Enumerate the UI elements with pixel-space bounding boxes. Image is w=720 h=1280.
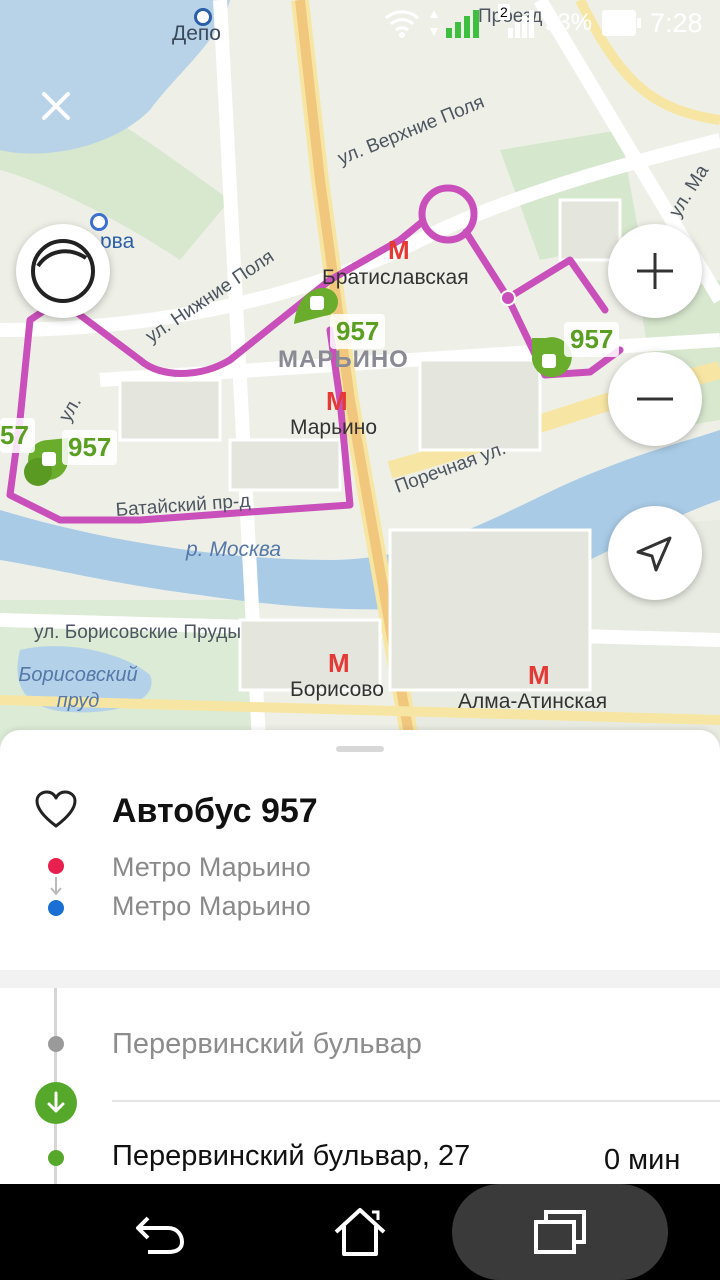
sheet-drag-handle[interactable] xyxy=(336,746,384,752)
arrow-down-circle-icon xyxy=(35,1082,77,1124)
end-point-icon xyxy=(48,900,64,916)
my-location-button[interactable] xyxy=(608,506,702,600)
current-stop-dot-icon xyxy=(48,1150,64,1166)
metro-icon: M xyxy=(326,386,348,416)
district-label: МАРЬИНО xyxy=(278,346,409,373)
signal-sim1-icon xyxy=(430,10,479,38)
alma-atinskaya-label: Алма-Атинская xyxy=(458,690,608,713)
minus-icon xyxy=(637,397,673,401)
previous-stop[interactable]: Перервинский бульвар xyxy=(112,1028,422,1061)
borisovo-label: Борисово xyxy=(290,678,384,701)
alice-voice-button[interactable] xyxy=(16,224,110,318)
section-divider xyxy=(0,970,720,988)
back-icon xyxy=(136,1216,185,1254)
eta-time: 0 мин xyxy=(604,1144,681,1176)
zoom-in-button[interactable] xyxy=(608,224,702,318)
navigation-arrow-icon xyxy=(636,536,672,572)
borisovskie-prudy-street-label: ул. Борисовские Пруды xyxy=(34,622,241,643)
wifi-icon xyxy=(385,10,419,38)
home-button[interactable] xyxy=(310,1184,410,1280)
bus-route-label: 957 xyxy=(564,322,620,357)
home-icon xyxy=(334,1208,386,1256)
signal-sim2-icon xyxy=(508,10,534,38)
route-to: Метро Марьино xyxy=(112,891,311,921)
back-button[interactable] xyxy=(110,1184,210,1280)
map-view[interactable]: Депо рва ул. Верхние Поля ул. Нижние Пол… xyxy=(0,0,720,760)
metro-icon: M xyxy=(388,235,410,265)
start-point-icon xyxy=(48,858,64,874)
alice-icon xyxy=(31,239,95,303)
close-button[interactable] xyxy=(28,84,84,128)
bus-route-label: 957 xyxy=(62,430,118,465)
bus-route-label: 57 xyxy=(0,418,35,453)
river-label: р. Москва xyxy=(186,538,282,561)
metro-icon: M xyxy=(528,660,550,690)
battery-icon xyxy=(602,10,641,36)
pond-label: Борисовский пруд xyxy=(18,664,138,712)
route-info-sheet[interactable]: Автобус 957 Метро Марьино Метро Марьино … xyxy=(0,730,720,1200)
favorite-button[interactable] xyxy=(34,790,78,834)
recent-apps-button[interactable] xyxy=(452,1184,668,1280)
route-from: Метро Марьино xyxy=(112,852,311,882)
recent-apps-icon xyxy=(534,1210,586,1254)
plus-icon xyxy=(637,253,673,289)
bus-route-label: 957 xyxy=(330,314,386,349)
arrow-down-icon xyxy=(50,877,62,896)
battery-percent: 93% xyxy=(544,9,593,36)
metro-icon: M xyxy=(328,648,350,678)
close-icon xyxy=(42,92,70,120)
clock: 7:28 xyxy=(650,8,703,38)
current-stop[interactable]: Перервинский бульвар, 27 xyxy=(112,1140,470,1173)
heart-icon xyxy=(35,790,77,828)
route-title: Автобус 957 xyxy=(112,792,318,830)
system-nav-bar xyxy=(0,1184,720,1280)
stop-dot-icon xyxy=(48,1036,64,1052)
station-marker-icon xyxy=(90,213,108,231)
zoom-out-button[interactable] xyxy=(608,352,702,446)
status-bar: 2 93% 7:28 xyxy=(0,0,720,48)
stop-divider xyxy=(112,1100,720,1102)
bratislavskaya-label: Братиславская xyxy=(322,266,469,289)
marino-station-label: Марьино xyxy=(290,416,378,439)
